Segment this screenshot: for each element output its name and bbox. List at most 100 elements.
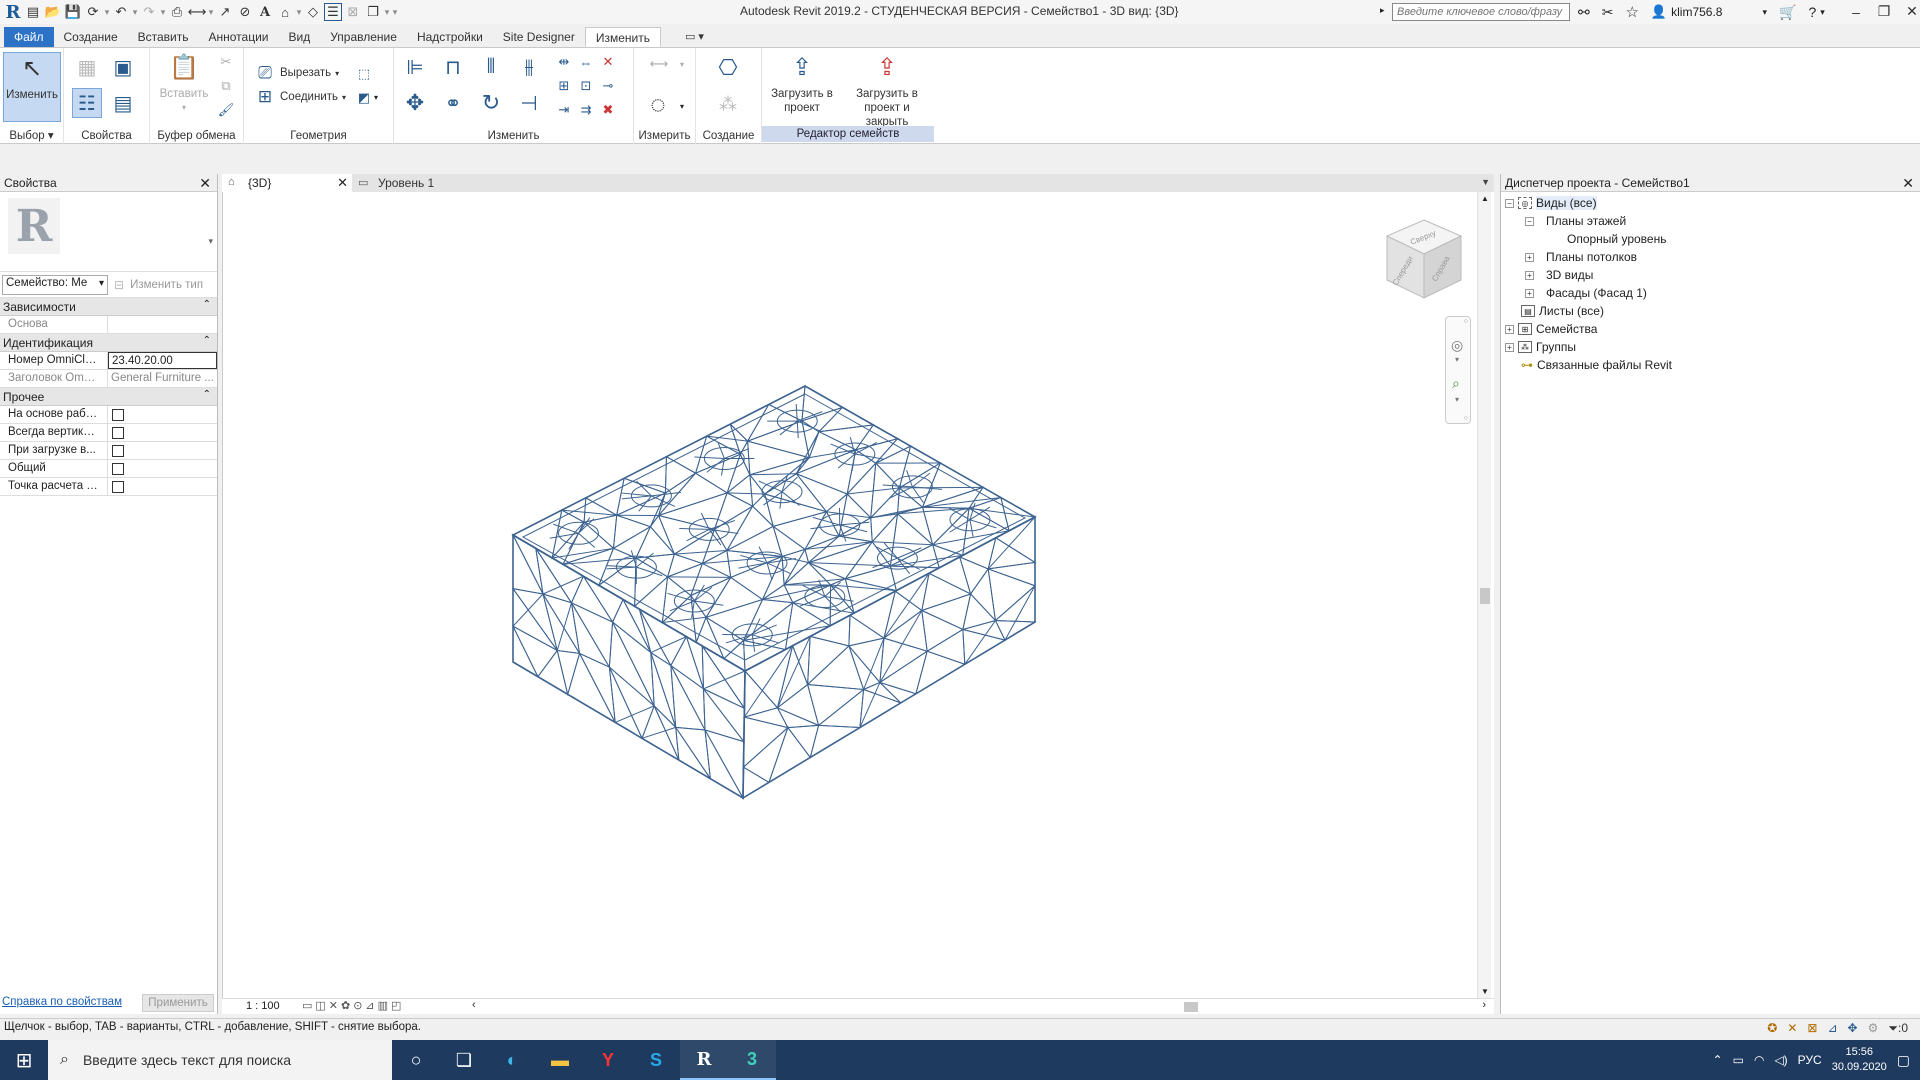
edge-icon[interactable]: ◐ bbox=[488, 1040, 536, 1080]
collapse-icon[interactable]: − bbox=[1525, 216, 1534, 226]
trim-multiple-icon[interactable]: ⇉ bbox=[578, 102, 594, 118]
user-name[interactable]: klim756.8 bbox=[1671, 5, 1722, 19]
paste-button[interactable]: 📋 Вставить ▾ bbox=[158, 52, 210, 115]
dropdown-icon[interactable]: ▾ bbox=[160, 5, 166, 19]
select-links-icon[interactable]: ✪ bbox=[1767, 1021, 1777, 1036]
copy-element-icon[interactable]: ⚭ bbox=[440, 90, 466, 116]
help-icon[interactable]: ? bbox=[1808, 4, 1816, 20]
tab-addins[interactable]: Надстройки bbox=[407, 27, 493, 47]
binoculars-icon[interactable]: ⚯ bbox=[1578, 4, 1590, 21]
view-control-icons[interactable]: ▭◫✕✿⊙⊿▥◰ bbox=[302, 999, 404, 1012]
trim-single-icon[interactable]: ⇥ bbox=[556, 102, 572, 118]
array-icon[interactable]: ⊞ bbox=[556, 78, 572, 94]
search-expand-icon[interactable]: ▸ bbox=[1380, 5, 1385, 16]
select-pinned-icon[interactable]: ⊠ bbox=[1807, 1021, 1817, 1036]
tree-node-revit-links[interactable]: ⊶ Связанные файлы Revit bbox=[1521, 358, 1672, 372]
type-selector[interactable]: R ▾ bbox=[0, 192, 217, 272]
rotate-icon[interactable]: ↻ bbox=[478, 90, 504, 116]
steering-wheel-icon[interactable]: ◎ bbox=[1451, 337, 1463, 354]
taskbar-search[interactable]: ⌕ Введите здесь текст для поиска bbox=[48, 1040, 392, 1080]
tree-node-families[interactable]: + ⊞ Семейства bbox=[1505, 322, 1597, 336]
category-identity[interactable]: Идентификация ⌃ bbox=[0, 334, 217, 352]
dropdown-icon[interactable]: ▾ bbox=[384, 5, 390, 19]
windows-start-icon[interactable]: ⊞ bbox=[0, 1040, 48, 1080]
expand-icon[interactable]: + bbox=[1505, 324, 1514, 334]
home-icon[interactable]: ▤ bbox=[24, 3, 42, 21]
tree-node-3d-views[interactable]: + 3D виды bbox=[1525, 268, 1593, 282]
notifications-icon[interactable]: ▢ bbox=[1897, 1052, 1910, 1069]
tab-level-1[interactable]: ▭ Уровень 1 bbox=[352, 174, 482, 192]
chevron-down-icon[interactable]: ▾ bbox=[208, 236, 213, 247]
select-underlay-icon[interactable]: ✕ bbox=[1787, 1021, 1797, 1036]
split-element-icon[interactable]: ⇹ bbox=[556, 54, 572, 70]
drawing-canvas[interactable]: Сверху Спереди Справа ○ ◎ ▾ ⌕ ▾ ○ ▲ ▼ bbox=[222, 192, 1494, 998]
text-icon[interactable]: A bbox=[256, 3, 274, 21]
open-icon[interactable]: 📂 bbox=[44, 3, 62, 21]
language-indicator[interactable]: РУС bbox=[1798, 1053, 1822, 1067]
dropdown-icon[interactable]: ▾ bbox=[374, 93, 378, 102]
copy-icon[interactable]: ⧉ bbox=[218, 78, 234, 94]
split-gap-icon[interactable]: ⇔ bbox=[578, 54, 594, 70]
section-icon[interactable]: ◇ bbox=[304, 3, 322, 21]
omniclass-number-field[interactable]: 23.40.20.00 bbox=[108, 352, 217, 369]
tab-file[interactable]: Файл bbox=[4, 27, 54, 47]
tree-node-views[interactable]: − ◎ Виды (все) bbox=[1505, 196, 1597, 210]
3d-view-icon[interactable]: ⌂ bbox=[276, 3, 294, 21]
background-process-icon[interactable]: ⚙ bbox=[1868, 1021, 1879, 1036]
trim-extend-icon[interactable]: ⊣ bbox=[516, 90, 542, 116]
expand-icon[interactable]: + bbox=[1525, 252, 1534, 262]
room-calc-checkbox[interactable] bbox=[112, 481, 124, 493]
family-filter-select[interactable]: Семейство: Ме bbox=[2, 274, 108, 295]
category-constraints[interactable]: Зависимости ⌃ bbox=[0, 298, 217, 316]
sync-icon[interactable]: ⟳ bbox=[84, 3, 102, 21]
properties-help-link[interactable]: Справка по свойствам bbox=[2, 996, 122, 1008]
mirror-draw-icon[interactable]: ⫵ bbox=[516, 54, 542, 80]
horizontal-scroll-thumb[interactable] bbox=[1184, 1002, 1198, 1012]
mirror-axis-icon[interactable]: ⫴ bbox=[478, 54, 504, 80]
revit-taskbar-icon[interactable]: R bbox=[680, 1040, 728, 1080]
expand-icon[interactable]: + bbox=[1505, 342, 1514, 352]
aligned-dimension-icon[interactable]: ↗ bbox=[216, 3, 234, 21]
dropdown-icon[interactable]: ▾ bbox=[680, 102, 684, 111]
offset-icon[interactable]: ⊓ bbox=[440, 54, 466, 80]
close-tab-icon[interactable]: ✕ bbox=[337, 175, 348, 191]
skype-icon[interactable]: S bbox=[632, 1040, 680, 1080]
yandex-icon[interactable]: Y bbox=[584, 1040, 632, 1080]
tab-insert[interactable]: Вставить bbox=[128, 27, 199, 47]
viewcube[interactable]: Сверху Спереди Справа bbox=[1379, 214, 1469, 304]
cut-clipboard-icon[interactable]: ✂ bbox=[218, 54, 234, 70]
move-icon[interactable]: ✥ bbox=[402, 90, 428, 116]
drag-elements-icon[interactable]: ✥ bbox=[1848, 1021, 1858, 1036]
expand-icon[interactable]: + bbox=[1525, 288, 1534, 298]
edit-type-button[interactable]: Изменить тип bbox=[130, 279, 203, 291]
type-properties-icon[interactable]: ▤ bbox=[110, 90, 136, 116]
tree-node-ref-level[interactable]: Опорный уровень bbox=[1567, 232, 1666, 246]
battery-icon[interactable]: ▭ bbox=[1733, 1053, 1744, 1067]
tab-create[interactable]: Создание bbox=[54, 27, 128, 47]
wifi-icon[interactable]: ◠ bbox=[1754, 1053, 1764, 1067]
dropdown-icon[interactable]: ▾ bbox=[104, 5, 110, 19]
cart-icon[interactable]: 🛒 bbox=[1779, 4, 1796, 21]
tree-node-groups[interactable]: + ⁂ Группы bbox=[1505, 340, 1576, 354]
tab-view[interactable]: Вид bbox=[279, 27, 321, 47]
redo-icon[interactable]: ↷ bbox=[140, 3, 158, 21]
user-icon[interactable]: 👤 bbox=[1651, 4, 1667, 20]
subscription-icon[interactable]: ✂ bbox=[1602, 4, 1614, 21]
properties-icon[interactable]: ☷ bbox=[72, 88, 102, 118]
dropdown-icon[interactable]: ▾ bbox=[132, 5, 138, 19]
help-dropdown-icon[interactable]: ▾ bbox=[1820, 7, 1825, 18]
tab-modify[interactable]: Изменить bbox=[584, 27, 661, 47]
close-hidden-icon[interactable]: ⊠ bbox=[344, 3, 362, 21]
tab-annotate[interactable]: Аннотации bbox=[199, 27, 279, 47]
revit-logo-icon[interactable]: R bbox=[4, 2, 22, 23]
measure-icon[interactable]: ⟷ bbox=[188, 3, 207, 21]
task-view-icon[interactable]: ❏ bbox=[440, 1040, 488, 1080]
align-icon[interactable]: ⊫ bbox=[402, 54, 428, 80]
user-dropdown-icon[interactable]: ▾ bbox=[1762, 7, 1767, 18]
close-icon[interactable]: ○ bbox=[1464, 318, 1468, 325]
vertical-scrollbar[interactable]: ▲ ▼ bbox=[1477, 192, 1491, 998]
customize-qat-icon[interactable]: ▾ bbox=[392, 5, 398, 19]
3dsmax-taskbar-icon[interactable]: 3 bbox=[728, 1040, 776, 1080]
thin-lines-icon[interactable]: ☰ bbox=[324, 3, 342, 21]
match-properties-icon[interactable]: 🖌 bbox=[218, 102, 235, 118]
